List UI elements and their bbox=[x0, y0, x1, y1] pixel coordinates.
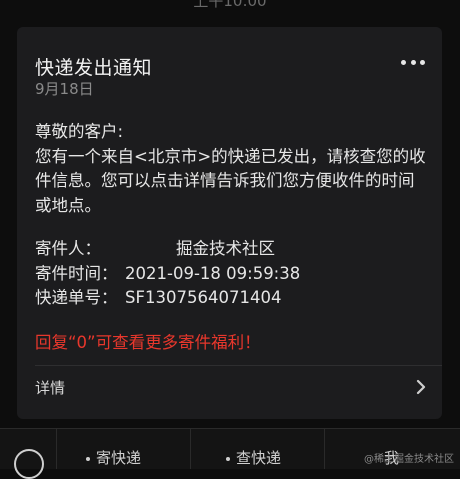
tab-label: 寄快递 bbox=[96, 449, 142, 467]
watermark: @稀土掘金技术社区 bbox=[364, 454, 454, 465]
field-value: SF1307564071404 bbox=[125, 288, 282, 307]
field-value: 2021-09-18 09:59:38 bbox=[125, 263, 301, 283]
tab-send-parcel[interactable]: 寄快递 bbox=[86, 447, 141, 468]
more-horizontal-icon[interactable] bbox=[401, 53, 425, 71]
field-row-send-time: 寄件时间： 2021-09-18 09:59:38 bbox=[35, 262, 300, 287]
field-label: 寄件时间： bbox=[35, 263, 118, 283]
keyboard-toggle-icon[interactable] bbox=[14, 449, 44, 479]
tab-divider bbox=[56, 429, 57, 469]
field-row-sender: 寄件人： 掘金技术社区 bbox=[35, 237, 300, 262]
card-title: 快递发出通知 bbox=[35, 57, 153, 79]
shipment-fields: 寄件人： 掘金技术社区 寄件时间： 2021-09-18 09:59:38 快递… bbox=[35, 237, 300, 311]
bottom-tab-bar: 寄快递 查快递 我 @稀土掘金技术社区 bbox=[0, 428, 460, 479]
promo-text: 回复“0”可查看更多寄件福利！ bbox=[35, 333, 261, 352]
field-label: 快递单号： bbox=[35, 288, 118, 307]
details-link[interactable]: 详情 bbox=[17, 366, 442, 410]
chevron-right-icon bbox=[416, 379, 426, 395]
tab-divider bbox=[324, 429, 325, 469]
tab-divider bbox=[190, 429, 191, 469]
notification-card: 快递发出通知 9月18日 尊敬的客户: 您有一个来自<北京市>的快递已发出，请核… bbox=[17, 27, 442, 419]
field-row-tracking-number: 快递单号： SF1307564071404 bbox=[35, 286, 300, 311]
tab-track-parcel[interactable]: 查快递 bbox=[226, 447, 281, 468]
tab-label: 查快递 bbox=[236, 449, 282, 467]
message-text: 您有一个来自<北京市>的快递已发出，请核查您的收件信息。您可以点击详情告诉我们您… bbox=[35, 146, 426, 215]
greeting-text: 尊敬的客户: bbox=[35, 122, 124, 141]
status-time: 上午10:00 bbox=[193, 0, 267, 10]
field-value: 掘金技术社区 bbox=[176, 239, 275, 258]
card-date: 9月18日 bbox=[35, 80, 94, 98]
field-label: 寄件人： bbox=[35, 239, 101, 258]
details-label: 详情 bbox=[35, 379, 66, 397]
message-body: 尊敬的客户: 您有一个来自<北京市>的快递已发出，请核查您的收件信息。您可以点击… bbox=[35, 120, 430, 218]
